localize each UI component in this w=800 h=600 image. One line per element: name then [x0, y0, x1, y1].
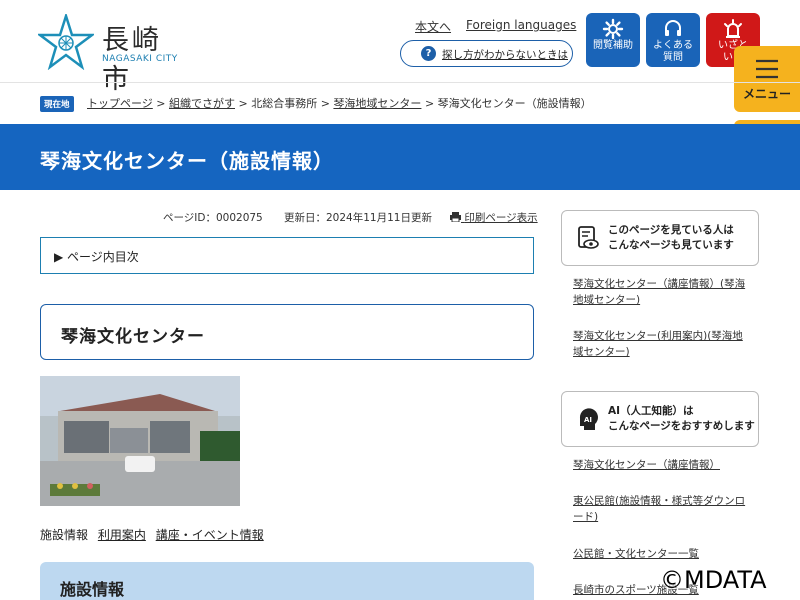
section-heading-text: 施設情報	[60, 580, 125, 599]
printer-icon	[450, 212, 461, 223]
related-title-line1: このページを見ている人は	[608, 224, 734, 236]
page-title: 琴海文化センター（施設情報）	[40, 149, 334, 173]
breadcrumb-item-center[interactable]: 琴海地域センター	[333, 97, 421, 110]
accessibility-label: 閲覧補助	[593, 40, 633, 51]
print-label: 印刷ページ表示	[464, 212, 538, 224]
faq-label-line1: よくある	[653, 40, 693, 51]
site-header: 長崎市 NAGASAKI CITY 本文へ Foreign languages …	[0, 0, 800, 95]
toc-label: ▶ ページ内目次	[54, 250, 139, 264]
ai-recommend-title: AI（人工知能）は こんなページをおすすめします	[608, 404, 755, 434]
breadcrumb: 現在地 トップページ > 組織でさがす > 北総合事務所 > 琴海地域センター …	[0, 82, 800, 122]
skip-to-content-link[interactable]: 本文へ	[415, 18, 451, 35]
site-logo[interactable]: 長崎市 NAGASAKI CITY	[38, 14, 188, 95]
siren-icon	[724, 19, 742, 38]
breadcrumb-sep: >	[424, 97, 435, 110]
breadcrumb-sep: >	[238, 97, 248, 110]
ai-title-line2: こんなページをおすすめします	[608, 420, 755, 432]
page-id: ページID：0002075	[163, 212, 263, 224]
print-link[interactable]: 印刷ページ表示	[450, 210, 538, 225]
ai-link[interactable]: 公民館・文化センター一覧	[573, 546, 753, 562]
accessibility-button[interactable]: 閲覧補助	[586, 13, 640, 67]
star-logo-icon	[38, 14, 94, 70]
usage-guide-link[interactable]: 利用案内	[98, 528, 146, 542]
ai-link-line: 公民館・文化センター一覧	[573, 548, 699, 560]
hamburger-icon	[756, 59, 778, 79]
breadcrumb-sep: >	[156, 97, 166, 110]
document-eye-icon	[578, 226, 599, 249]
logo-subtitle: NAGASAKI CITY	[102, 54, 178, 64]
breadcrumb-item-top[interactable]: トップページ	[87, 97, 153, 110]
question-icon: ?	[421, 46, 436, 61]
watermark-text: ©MDATA	[660, 566, 767, 594]
search-help-button[interactable]: ? 探し方がわからないときは	[400, 40, 573, 67]
related-link[interactable]: 琴海文化センター（講座情報）(琴海 地域センター)	[573, 276, 753, 308]
page-title-band: 琴海文化センター（施設情報）	[0, 124, 800, 190]
facility-photo	[40, 376, 240, 506]
related-pages-box: このページを見ている人は こんなページも見ています	[561, 210, 759, 266]
breadcrumb-path: トップページ > 組織でさがす > 北総合事務所 > 琴海地域センター > 琴海…	[87, 95, 592, 111]
related-link-line: 域センター)	[573, 346, 630, 358]
related-title-line2: こんなページも見ています	[608, 239, 734, 251]
ai-link-line: 琴海文化センター（講座情報）	[573, 459, 720, 471]
breadcrumb-item-office: 北総合事務所	[251, 97, 318, 110]
breadcrumb-sep: >	[320, 97, 330, 110]
related-link-line: 琴海文化センター(利用案内)(琴海地	[573, 330, 743, 342]
ai-badge: AI	[584, 416, 592, 424]
breadcrumb-item-current: 琴海文化センター（施設情報）	[437, 97, 592, 110]
ai-link-line: ード)	[573, 511, 599, 523]
facility-heading-text: 琴海文化センター	[61, 327, 205, 347]
related-link[interactable]: 琴海文化センター(利用案内)(琴海地 域センター)	[573, 328, 753, 360]
search-help-label: 探し方がわからないときは	[442, 49, 568, 61]
faq-label-line2: 質問	[663, 52, 683, 63]
foreign-languages-link[interactable]: Foreign languages	[466, 18, 576, 32]
updated-date: 更新日：2024年11月11日更新	[284, 212, 432, 224]
ai-title-line1: AI（人工知能）は	[608, 405, 694, 417]
events-link[interactable]: 講座・イベント情報	[156, 528, 264, 542]
current-location-badge: 現在地	[40, 96, 74, 112]
faq-button[interactable]: よくある 質問	[646, 13, 700, 67]
facility-links: 施設情報 利用案内 講座・イベント情報	[40, 526, 264, 543]
related-pages-title: このページを見ている人は こんなページも見ています	[608, 223, 734, 253]
ai-link[interactable]: 琴海文化センター（講座情報）	[573, 457, 753, 473]
facility-info-text: 施設情報	[40, 528, 89, 542]
section-heading: 施設情報	[40, 562, 534, 600]
breadcrumb-item-org[interactable]: 組織でさがす	[169, 97, 235, 110]
ai-head-icon: AI	[579, 408, 598, 430]
related-link-line: 琴海文化センター（講座情報）(琴海	[573, 278, 746, 290]
related-link-line: 地域センター)	[573, 294, 641, 306]
gear-icon	[602, 18, 624, 40]
ai-recommend-box: AI AI（人工知能）は こんなページをおすすめします	[561, 391, 759, 447]
page-toc-toggle[interactable]: ▶ ページ内目次	[40, 237, 534, 274]
ai-link-line: 東公民館(施設情報・様式等ダウンロ	[573, 495, 746, 507]
ai-link[interactable]: 東公民館(施設情報・様式等ダウンロ ード)	[573, 493, 753, 525]
headset-icon	[665, 20, 681, 36]
facility-heading: 琴海文化センター	[40, 304, 534, 360]
